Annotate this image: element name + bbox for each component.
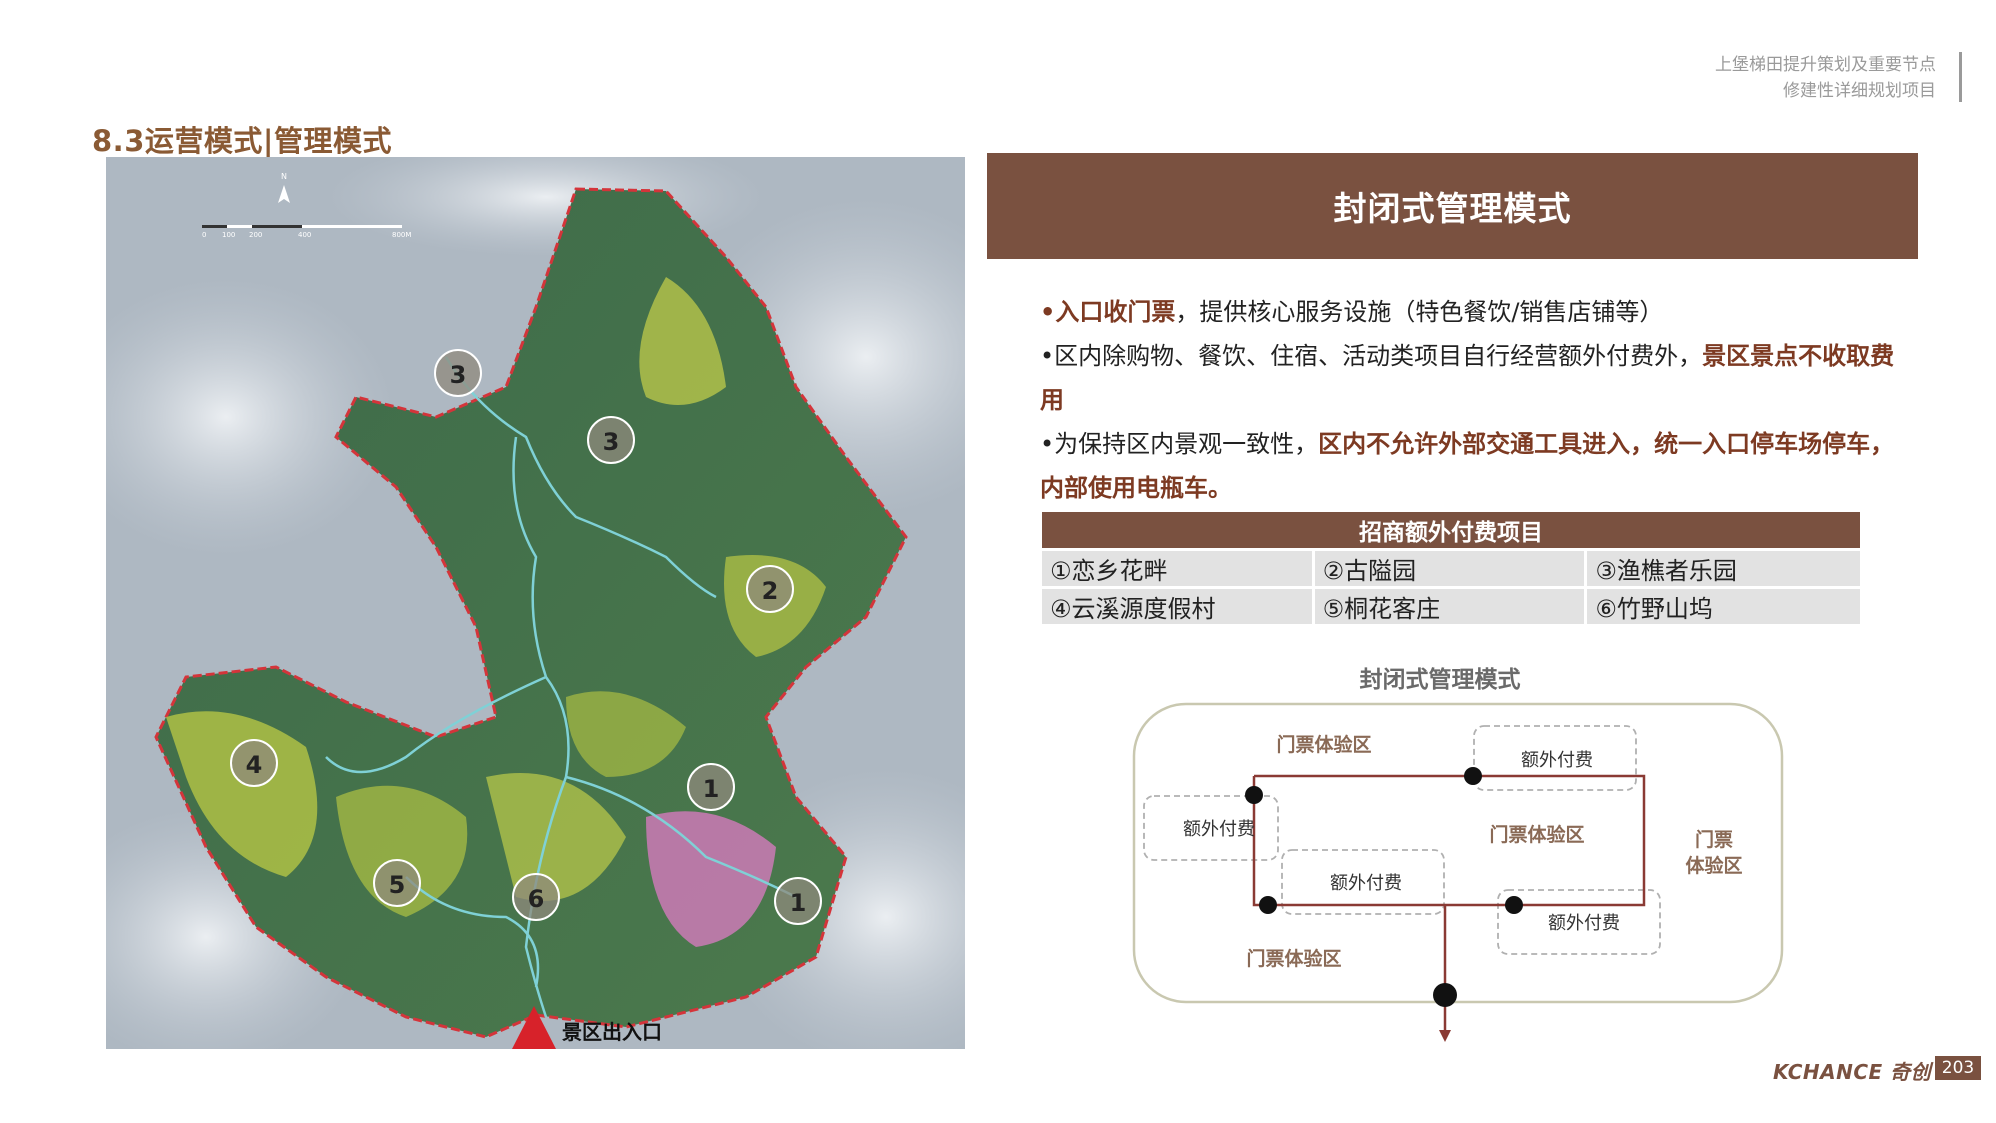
- map-marker-1: 1: [774, 877, 822, 925]
- table-header: 招商额外付费项目: [1042, 512, 1860, 548]
- route-node: [1505, 896, 1523, 914]
- bullet-highlight: •入口收门票: [1040, 298, 1176, 326]
- bullet-text: •为保持区内景观一致性，: [1040, 430, 1319, 458]
- scale-label: 100: [222, 231, 235, 239]
- bullet-text: •区内除购物、餐饮、住宿、活动类项目自行经营额外付费外，: [1040, 342, 1703, 370]
- table-row: ④云溪源度假村 ⑤桐花客庄 ⑥竹野山坞: [1042, 586, 1860, 624]
- entrance-label: 景区出入口: [562, 1020, 662, 1044]
- header-divider: [1959, 52, 1962, 102]
- map-marker-3: 3: [434, 349, 482, 397]
- bullet-item: •为保持区内景观一致性，区内不允许外部交通工具进入，统一入口停车场停车，内部使用…: [1040, 422, 1900, 510]
- route-node: [1245, 786, 1263, 804]
- table-cell: ⑤桐花客庄: [1314, 586, 1588, 624]
- section-title: 8.3运营模式|管理模式: [92, 124, 392, 158]
- map-marker-4: 4: [230, 739, 278, 787]
- table-cell: ③渔樵者乐园: [1587, 548, 1860, 586]
- route-node: [1259, 896, 1277, 914]
- paid-items-table: 招商额外付费项目 ①恋乡花畔 ②古隘园 ③渔樵者乐园 ④云溪源度假村 ⑤桐花客庄…: [1042, 512, 1860, 624]
- marker-label: 6: [528, 885, 545, 913]
- zone-label: 门票: [1695, 828, 1733, 851]
- project-title-line1: 上堡梯田提升策划及重要节点: [1715, 55, 1936, 75]
- marker-label: 2: [762, 577, 779, 605]
- entrance-node: [1433, 983, 1457, 1007]
- zone-label: 门票体验区: [1276, 733, 1371, 756]
- route-node: [1464, 767, 1482, 785]
- marker-label: 1: [790, 889, 807, 917]
- marker-label: 3: [450, 361, 467, 389]
- page-number: 203: [1935, 1056, 1981, 1080]
- bullet-text: ，提供核心服务设施（特色餐饮/销售店铺等）: [1175, 298, 1664, 326]
- table-cell: ④云溪源度假村: [1042, 586, 1315, 624]
- site-map-drawing: N 0 100 200 400 800M 3 3 2 4 1 5 6 1 景区出…: [106, 157, 965, 1049]
- bullet-item: •区内除购物、餐饮、住宿、活动类项目自行经营额外付费外，景区景点不收取费用: [1040, 334, 1900, 422]
- bullet-list: •入口收门票，提供核心服务设施（特色餐饮/销售店铺等） •区内除购物、餐饮、住宿…: [1040, 290, 1900, 510]
- scale-label: 800M: [392, 231, 411, 239]
- exit-arrow-icon: [1439, 1030, 1451, 1042]
- extra-pay-label: 额外付费: [1330, 873, 1402, 894]
- map-marker-5: 5: [373, 859, 421, 907]
- zone-label: 门票体验区: [1246, 947, 1341, 970]
- table-cell: ②古隘园: [1314, 548, 1588, 586]
- table-row: ①恋乡花畔 ②古隘园 ③渔樵者乐园: [1042, 548, 1860, 586]
- zone-label: 门票体验区: [1489, 823, 1584, 846]
- project-title-line2: 修建性详细规划项目: [1783, 81, 1936, 101]
- table-header-row: 招商额外付费项目: [1042, 512, 1860, 548]
- scale-label: 400: [298, 231, 311, 239]
- scale-label: 0: [202, 231, 206, 239]
- brand-logo: KCHANCE 奇创: [1773, 1060, 1932, 1084]
- closed-area-outline: [1132, 702, 1784, 1004]
- extra-pay-label: 额外付费: [1521, 750, 1593, 771]
- table-cell: ⑥竹野山坞: [1587, 586, 1860, 624]
- marker-label: 3: [603, 428, 620, 456]
- map-marker-2: 2: [746, 565, 794, 613]
- scale-label: 200: [249, 231, 262, 239]
- table-cell: ①恋乡花畔: [1042, 548, 1315, 586]
- map-marker-1: 1: [687, 763, 735, 811]
- diagram-title: 封闭式管理模式: [1359, 667, 1521, 693]
- inner-route: [1252, 774, 1646, 907]
- bullet-item: •入口收门票，提供核心服务设施（特色餐饮/销售店铺等）: [1040, 290, 1900, 334]
- map-marker-6: 6: [512, 873, 560, 921]
- compass-label: N: [281, 172, 287, 181]
- map-marker-3: 3: [587, 416, 635, 464]
- marker-label: 4: [246, 751, 263, 779]
- extra-pay-label: 额外付费: [1183, 819, 1255, 840]
- project-title: 上堡梯田提升策划及重要节点 修建性详细规划项目: [1715, 52, 1936, 104]
- site-map: N 0 100 200 400 800M 3 3 2 4 1 5 6 1 景区出…: [106, 157, 965, 1049]
- management-diagram: 门票体验区 门票体验区 门票体验区 门票 体验区 额外付费 额外付费 额外付费 …: [1132, 702, 1784, 1042]
- banner-title: 封闭式管理模式: [987, 153, 1918, 259]
- extra-pay-label: 额外付费: [1548, 913, 1620, 934]
- marker-label: 1: [703, 775, 720, 803]
- marker-label: 5: [389, 871, 406, 899]
- zone-label: 体验区: [1685, 854, 1742, 877]
